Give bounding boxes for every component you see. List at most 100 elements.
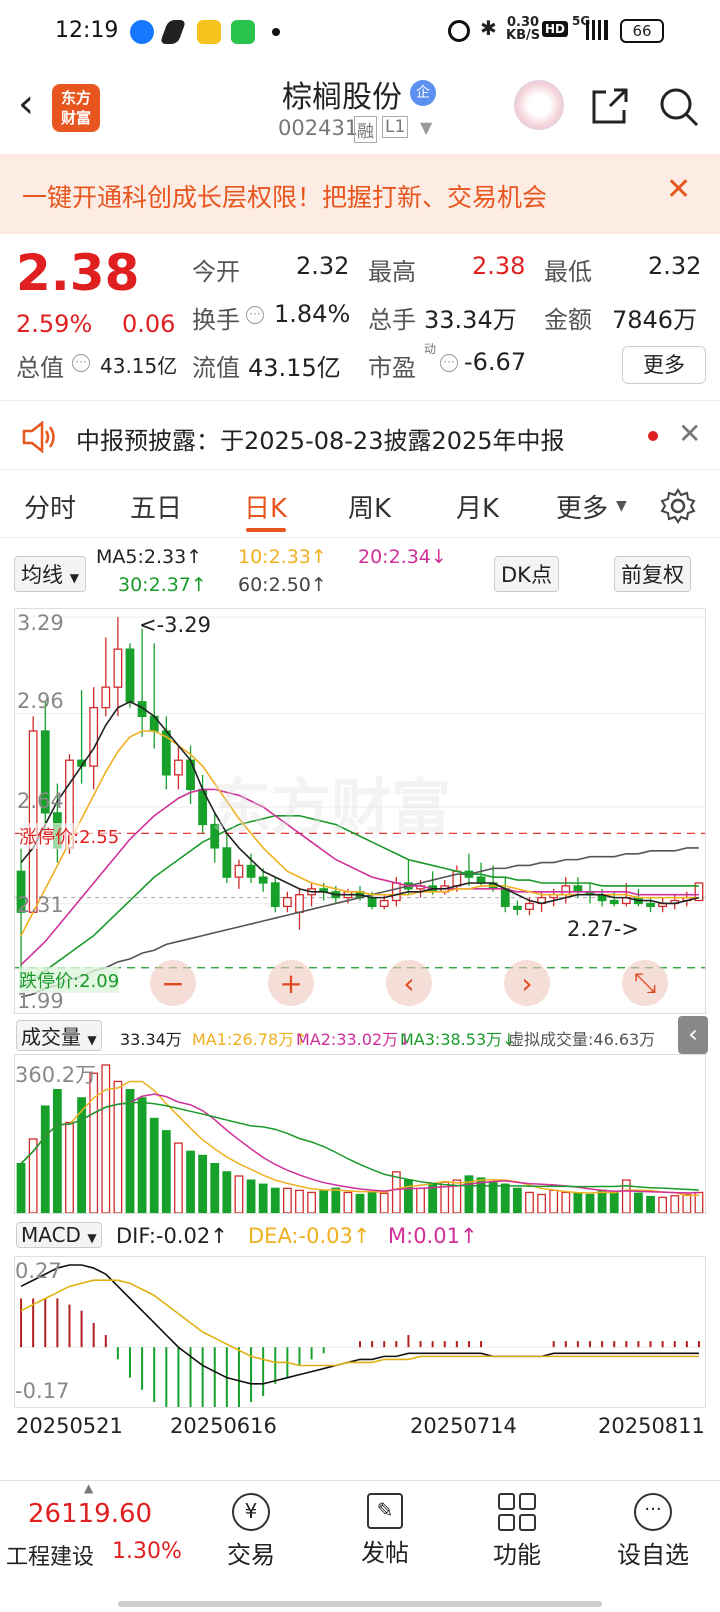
adjust-button[interactable]: 前复权: [614, 556, 691, 592]
close-icon[interactable]: ✕: [666, 172, 691, 207]
change-amount: 0.06: [122, 310, 176, 338]
info-icon[interactable]: ···: [246, 306, 264, 324]
add-watchlist-button[interactable]: ··· 设自选: [598, 1493, 708, 1570]
notice-bar[interactable]: 中报预披露：于2025-08-23披露2025年中报 ✕: [0, 400, 720, 470]
share-icon[interactable]: [590, 86, 630, 126]
level-tag: L1: [382, 116, 409, 138]
candle-body: [258, 876, 268, 884]
post-button[interactable]: ✎ 发帖: [330, 1493, 440, 1568]
app-swoosh-icon: [159, 20, 187, 44]
ma60-text: 60:2.50: [238, 574, 311, 596]
bottom-bar: ▲ 26119.60 工程建设 1.30% ¥ 交易 ✎ 发帖 功能 ··· 设…: [0, 1480, 720, 1612]
volume-y-top: 360.2万: [15, 1063, 97, 1087]
volume-bar: [16, 1163, 26, 1214]
volume-bar: [149, 1117, 159, 1214]
more-button[interactable]: 更多: [622, 346, 706, 384]
tab-five-day[interactable]: 五日: [130, 488, 182, 525]
date-axis: 20250521 20250616 20250714 20250811: [14, 1410, 706, 1450]
candle-body: [512, 905, 522, 910]
date-label: 20250714: [410, 1414, 517, 1438]
candle-body: [476, 876, 486, 884]
candle-body: [89, 706, 99, 767]
info-icon[interactable]: ···: [440, 354, 458, 372]
zoom-in-button[interactable]: +: [268, 960, 314, 1006]
volume-bar: [343, 1191, 353, 1214]
stock-name: 棕榈股份: [282, 80, 402, 115]
volume-bar: [174, 1142, 183, 1214]
macd-dea: DEA:-0.03↑: [248, 1224, 370, 1248]
dk-point-button[interactable]: DK点: [494, 556, 559, 592]
volume-value: 33.34万: [424, 306, 517, 334]
volume-chart[interactable]: 360.2万: [14, 1054, 706, 1214]
search-icon[interactable]: [658, 86, 700, 128]
close-icon[interactable]: ✕: [678, 417, 701, 450]
ai-assistant-icon[interactable]: [514, 80, 564, 130]
zoom-out-button[interactable]: −: [150, 960, 196, 1006]
more-dots-icon: ···: [634, 1493, 672, 1531]
trade-button[interactable]: ¥ 交易: [196, 1493, 306, 1570]
y-label-4: 2.31: [17, 893, 64, 917]
info-icon[interactable]: ···: [72, 354, 90, 372]
chevron-down-icon[interactable]: ▼: [420, 118, 432, 137]
tab-daily-k[interactable]: 日K: [244, 488, 287, 525]
macd-chart[interactable]: 0.27 -0.17: [14, 1256, 706, 1415]
macd-selector[interactable]: MACD ▼: [16, 1222, 102, 1248]
scroll-left-button[interactable]: ‹: [386, 960, 432, 1006]
promo-banner[interactable]: 一键开通科创成长层权限！把握打新、交易机会 ✕: [0, 154, 720, 234]
volume-legend: 成交量 ▼ 33.34万 MA1:26.78万↑ MA2:33.02万↓ MA3…: [14, 1016, 708, 1054]
pe-label: 市盈: [368, 354, 416, 382]
watermark: 东方财富: [211, 773, 451, 843]
candle-body: [500, 888, 510, 908]
yuan-icon: ¥: [232, 1493, 270, 1531]
float-value: 43.15亿: [248, 354, 341, 382]
quote-panel: 2.38 2.59% 0.06 今开 2.32 最高 2.38 最低 2.32 …: [0, 234, 720, 394]
candle-body: [113, 648, 123, 688]
volume-bar: [210, 1163, 220, 1214]
vol-ma1-line: [20, 1080, 699, 1197]
open-label: 今开: [192, 258, 240, 286]
functions-button[interactable]: 功能: [462, 1493, 572, 1570]
collapse-left-icon[interactable]: ‹: [678, 1016, 708, 1054]
kline-chart[interactable]: 东方财富 3.29 2.96 2.64 2.31 1.99 <-3.29 2.2…: [14, 608, 706, 1014]
app-car-icon: [197, 20, 221, 44]
app-logo: 东方 财富: [52, 84, 100, 132]
limit-up-label: 涨停价:2.55: [19, 823, 120, 849]
tab-monthly-k[interactable]: 月K: [456, 488, 499, 525]
volume-bar: [488, 1181, 498, 1214]
volume-bar: [658, 1196, 668, 1214]
tab-weekly-k[interactable]: 周K: [348, 488, 391, 525]
vol-ma3-line: [20, 1101, 699, 1191]
volume-bar: [65, 1121, 74, 1214]
index-name[interactable]: 工程建设: [6, 1539, 94, 1571]
ma-selector[interactable]: 均线 ▼: [14, 556, 86, 592]
candle-body: [379, 899, 389, 908]
max-price-label: <-3.29: [139, 613, 211, 637]
candle-body: [367, 896, 377, 908]
arrow-up-icon: ↑: [310, 546, 327, 568]
back-icon[interactable]: ‹: [18, 84, 34, 124]
scroll-right-button[interactable]: ›: [504, 960, 550, 1006]
index-value[interactable]: 26119.60: [28, 1499, 152, 1529]
gear-icon[interactable]: [660, 488, 696, 524]
volume-bar: [367, 1191, 377, 1214]
volume-bar: [198, 1154, 208, 1214]
chevron-down-icon: ▼: [87, 1033, 97, 1047]
virtual-volume: 虚拟成交量:46.63万: [508, 1030, 656, 1049]
hd-icon: HD: [542, 21, 569, 37]
y-label-2: 2.96: [17, 689, 64, 713]
change-percent: 2.59%: [16, 310, 93, 338]
volume-bar: [670, 1195, 680, 1214]
volume-bar: [500, 1183, 510, 1214]
volume-selector[interactable]: 成交量 ▼: [16, 1020, 102, 1051]
tab-more[interactable]: 更多: [556, 488, 608, 525]
volume-bar: [222, 1171, 232, 1214]
ma30-text: 30:2.37: [118, 574, 191, 596]
tab-intraday[interactable]: 分时: [24, 488, 76, 525]
volume-bar: [416, 1187, 425, 1214]
candle-body: [125, 648, 135, 703]
fullscreen-button[interactable]: ⤡: [622, 960, 668, 1006]
macd-dea-text: DEA:-0.03: [248, 1224, 353, 1248]
chevron-up-icon[interactable]: ▲: [84, 1481, 93, 1495]
volume-bar: [307, 1191, 316, 1214]
ma-selector-label: 均线: [21, 563, 63, 587]
